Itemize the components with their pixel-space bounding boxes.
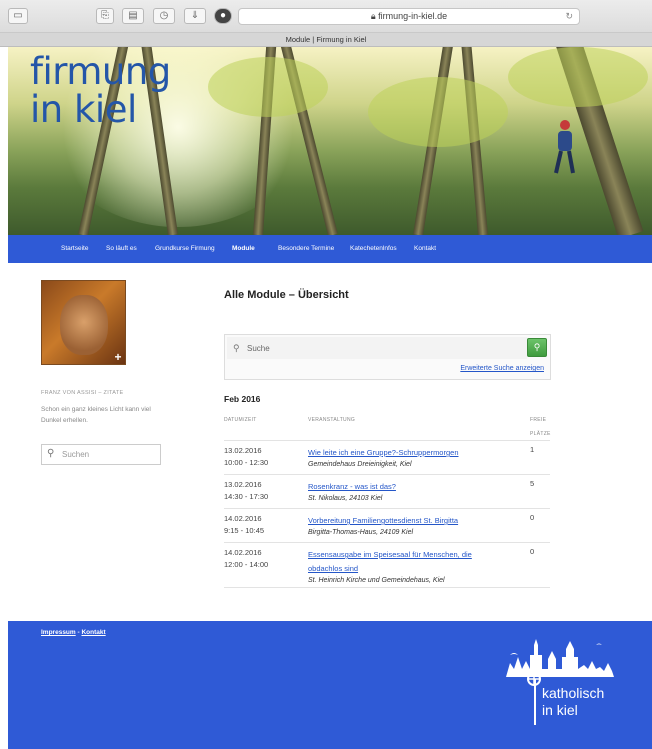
- kontakt-link[interactable]: Kontakt: [81, 629, 105, 636]
- nav-item-module[interactable]: Module: [232, 235, 255, 263]
- event-link[interactable]: Vorbereitung Familiengottesdienst St. Bi…: [308, 516, 458, 525]
- search-icon: ⚲: [233, 343, 240, 353]
- site-title[interactable]: firmung in kiel: [30, 53, 171, 129]
- event-time: 9:15 - 10:45: [224, 526, 265, 535]
- column-header-free-line2: PLÄTZE: [530, 431, 551, 437]
- sidebar-toggle-icon[interactable]: ▭: [8, 8, 28, 24]
- event-free-seats: 5: [530, 479, 535, 488]
- month-heading: Feb 2016: [224, 394, 261, 404]
- event-free-seats: 0: [530, 513, 535, 522]
- event-info: Wie leite ich eine Gruppe?-Schruppermorg…: [308, 445, 508, 471]
- site-footer: Impressum - Kontakt katholisch in kiel: [8, 621, 652, 749]
- browser-toolbar: ▭ ⎘ ▤ ◷ ⇓ ● 🔒︎ firmung-in-kiel.de ↻: [0, 0, 652, 33]
- reload-icon[interactable]: ↻: [565, 9, 573, 24]
- event-date: 14.02.2016: [224, 548, 262, 557]
- event-datetime: 13.02.2016 14:30 - 17:30: [224, 479, 268, 503]
- climber-figure: [554, 120, 575, 174]
- module-search-input[interactable]: ⚲ Suche: [227, 337, 527, 359]
- footer-links: Impressum - Kontakt: [41, 629, 106, 636]
- web-page: firmung in kiel Startseite So läuft es G…: [8, 47, 652, 749]
- event-link[interactable]: Essensausgabe im Speisesaal für Menschen…: [308, 550, 472, 573]
- logo-text: katholisch in kiel: [542, 685, 604, 719]
- table-row: 14.02.2016 12:00 - 14:00 Essensausgabe i…: [224, 542, 550, 588]
- sidebar-search-placeholder: Suchen: [62, 450, 90, 459]
- table-row: 13.02.2016 10:00 - 12:30 Wie leite ich e…: [224, 440, 550, 474]
- nav-item-besondere-termine[interactable]: Besondere Termine: [278, 235, 334, 263]
- event-date: 13.02.2016: [224, 480, 262, 489]
- impressum-link[interactable]: Impressum: [41, 629, 76, 636]
- event-link[interactable]: Wie leite ich eine Gruppe?-Schruppermorg…: [308, 448, 459, 457]
- event-location: Birgitta-Thomas-Haus, 24109 Kiel: [308, 529, 414, 536]
- magnifier-icon: ⚲: [533, 342, 541, 352]
- column-header-event: VERANSTALTUNG: [308, 417, 356, 423]
- event-link[interactable]: Rosenkranz - was ist das?: [308, 482, 396, 491]
- history-icon[interactable]: ◷: [153, 8, 175, 24]
- module-search: ⚲ Suche ⚲ Erweiterte Suche anzeigen: [224, 334, 551, 380]
- event-location: St. Heinrich Kirche und Gemeindehaus, Ki…: [308, 577, 445, 584]
- table-row: 14.02.2016 9:15 - 10:45 Vorbereitung Fam…: [224, 508, 550, 542]
- event-info: Rosenkranz - was ist das? St. Nikolaus, …: [308, 479, 508, 505]
- column-header-free-line1: FREIE: [530, 417, 547, 423]
- event-location: Gemeindehaus Dreieinigkeit, Kiel: [308, 461, 412, 468]
- foliage: [368, 77, 508, 147]
- event-link-line2: obdachlos sind: [308, 564, 359, 573]
- portrait-face: [60, 295, 108, 355]
- url-text: firmung-in-kiel.de: [378, 11, 448, 21]
- logo-bar: [534, 679, 536, 725]
- nav-item-katecheteninfos[interactable]: Katechetenlnfos: [350, 235, 397, 263]
- logo-line1: katholisch: [542, 685, 605, 701]
- sidebar-search-input[interactable]: ⚲ Suchen: [41, 444, 161, 465]
- address-bar[interactable]: 🔒︎ firmung-in-kiel.de ↻: [238, 8, 580, 25]
- page-title: Alle Module – Übersicht: [224, 289, 349, 301]
- event-link-line1: Essensausgabe im Speisesaal für Menschen…: [308, 550, 472, 559]
- logo-line2: in kiel: [542, 702, 578, 718]
- event-info: Essensausgabe im Speisesaal für Menschen…: [308, 547, 508, 587]
- column-header-date: DATUM/ZEIT: [224, 417, 257, 423]
- nav-item-kontakt[interactable]: Kontakt: [414, 235, 436, 263]
- module-search-placeholder: Suche: [247, 344, 270, 353]
- event-time: 14:30 - 17:30: [224, 492, 269, 501]
- site-title-line2: in kiel: [30, 88, 137, 131]
- site-title-line1: firmung: [30, 50, 171, 93]
- event-datetime: 14.02.2016 9:15 - 10:45: [224, 513, 264, 537]
- event-time: 12:00 - 14:00: [224, 560, 269, 569]
- event-date: 14.02.2016: [224, 514, 262, 523]
- quote-text: Schon ein ganz kleines Licht kann viel D…: [41, 406, 151, 424]
- event-table: 13.02.2016 10:00 - 12:30 Wie leite ich e…: [224, 440, 550, 588]
- table-row: 13.02.2016 14:30 - 17:30 Rosenkranz - wa…: [224, 474, 550, 508]
- download-icon[interactable]: ⇓: [184, 8, 206, 24]
- event-free-seats: 0: [530, 547, 535, 556]
- share-icon[interactable]: ⎘: [96, 8, 114, 24]
- foliage: [208, 57, 328, 117]
- quote-source: FRANZ VON ASSISI – ZITATE: [41, 390, 124, 396]
- print-icon[interactable]: ▤: [122, 8, 144, 24]
- event-datetime: 13.02.2016 10:00 - 12:30: [224, 445, 268, 469]
- event-time: 10:00 - 12:30: [224, 458, 269, 467]
- event-free-seats: 1: [530, 445, 535, 454]
- tab-title[interactable]: Module | Firmung in Kiel: [0, 33, 652, 47]
- search-icon: ⚲: [47, 448, 55, 459]
- event-datetime: 14.02.2016 12:00 - 14:00: [224, 547, 268, 571]
- advanced-search-link[interactable]: Erweiterte Suche anzeigen: [460, 365, 544, 372]
- franz-portrait-image[interactable]: +: [41, 280, 126, 365]
- search-button[interactable]: ⚲: [527, 338, 547, 357]
- main-navigation: Startseite So läuft es Grundkurse Firmun…: [8, 235, 652, 263]
- event-date: 13.02.2016: [224, 446, 262, 455]
- event-location: St. Nikolaus, 24103 Kiel: [308, 495, 383, 502]
- nav-item-grundkurse[interactable]: Grundkurse Firmung: [155, 235, 215, 263]
- plus-icon[interactable]: +: [112, 351, 124, 363]
- event-info: Vorbereitung Familiengottesdienst St. Bi…: [308, 513, 508, 539]
- foliage: [508, 47, 648, 107]
- browser-window: ▭ ⎘ ▤ ◷ ⇓ ● 🔒︎ firmung-in-kiel.de ↻ Modu…: [0, 0, 652, 749]
- header-image: firmung in kiel: [8, 47, 652, 235]
- extension-icon[interactable]: ●: [214, 8, 232, 24]
- nav-item-so-laeuft-es[interactable]: So läuft es: [106, 235, 137, 263]
- nav-item-startseite[interactable]: Startseite: [61, 235, 88, 263]
